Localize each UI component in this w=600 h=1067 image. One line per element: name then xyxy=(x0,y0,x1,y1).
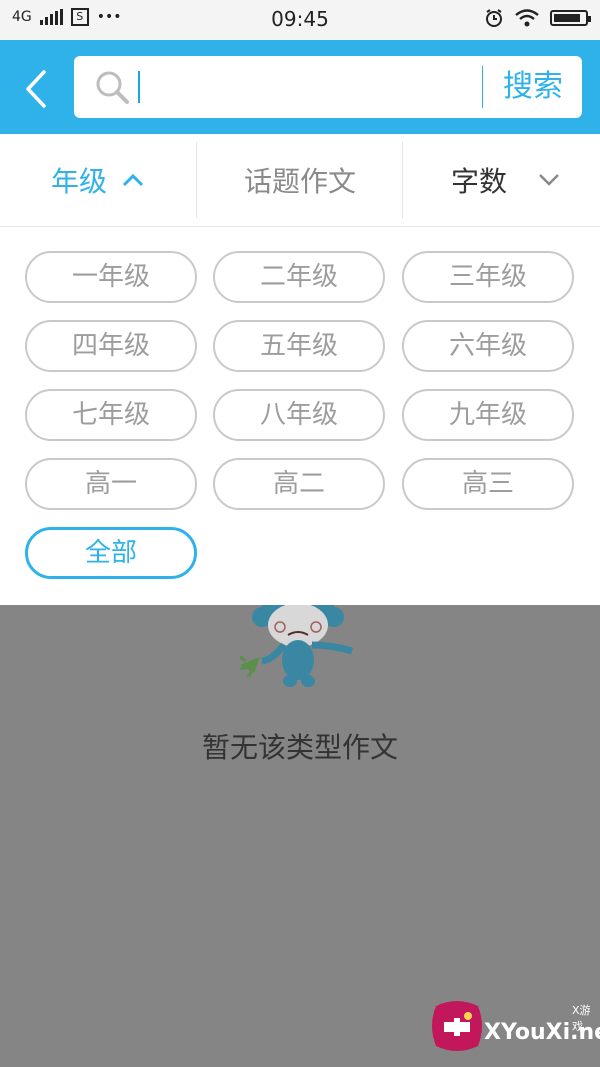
grade-option[interactable]: 四年级 xyxy=(25,320,197,372)
tab-word-count-label: 字数 xyxy=(450,165,507,198)
grade-option[interactable]: 一年级 xyxy=(25,251,197,303)
tab-grade-label: 年级 xyxy=(50,165,107,198)
battery-icon xyxy=(550,10,591,26)
grade-option[interactable]: 五年级 xyxy=(213,320,385,372)
mascot-illustration xyxy=(239,605,354,687)
grade-option[interactable]: 高二 xyxy=(213,458,385,510)
grade-option[interactable]: 九年级 xyxy=(402,389,574,441)
grade-option[interactable]: 六年级 xyxy=(402,320,574,372)
search-box: 搜索 xyxy=(74,56,582,118)
status-right xyxy=(484,8,591,28)
grade-option[interactable]: 高一 xyxy=(25,458,197,510)
wifi-icon xyxy=(515,9,539,27)
grade-option[interactable]: 三年级 xyxy=(402,251,574,303)
watermark: X游戏 XYouXi.net xyxy=(424,992,600,1067)
tab-topic-label: 话题作文 xyxy=(243,165,356,198)
text-cursor xyxy=(138,71,140,103)
tab-word-count[interactable]: 字数 xyxy=(404,134,600,226)
grade-option-selected[interactable]: 全部 xyxy=(25,527,197,579)
back-arrow-icon xyxy=(26,70,46,108)
gamepad-logo-icon xyxy=(432,1001,482,1051)
grade-option[interactable]: 八年级 xyxy=(213,389,385,441)
tab-divider xyxy=(196,142,197,218)
empty-state-message: 暂无该类型作文 xyxy=(201,731,398,764)
top-bar: 搜索 xyxy=(0,40,600,134)
search-divider xyxy=(482,66,483,108)
watermark-text: XYouXi.net xyxy=(484,1020,600,1045)
tab-topic[interactable]: 话题作文 xyxy=(198,134,402,226)
filter-bar: 年级 话题作文 字数 xyxy=(0,134,600,227)
search-button[interactable]: 搜索 xyxy=(484,56,582,118)
status-bar: 4G S ••• 09:45 xyxy=(0,0,600,40)
tab-divider xyxy=(402,142,403,218)
search-icon xyxy=(96,71,129,104)
alarm-icon xyxy=(486,9,502,27)
grade-dropdown: 一年级 二年级 三年级 四年级 五年级 六年级 七年级 八年级 九年级 高一 高… xyxy=(0,227,600,605)
grade-option[interactable]: 二年级 xyxy=(213,251,385,303)
search-input[interactable] xyxy=(136,68,476,106)
chevron-down-icon xyxy=(539,174,559,186)
chevron-up-icon xyxy=(122,173,144,187)
tab-grade[interactable]: 年级 xyxy=(0,134,196,226)
back-button[interactable] xyxy=(14,62,64,112)
grade-option[interactable]: 七年级 xyxy=(25,389,197,441)
grade-option[interactable]: 高三 xyxy=(402,458,574,510)
